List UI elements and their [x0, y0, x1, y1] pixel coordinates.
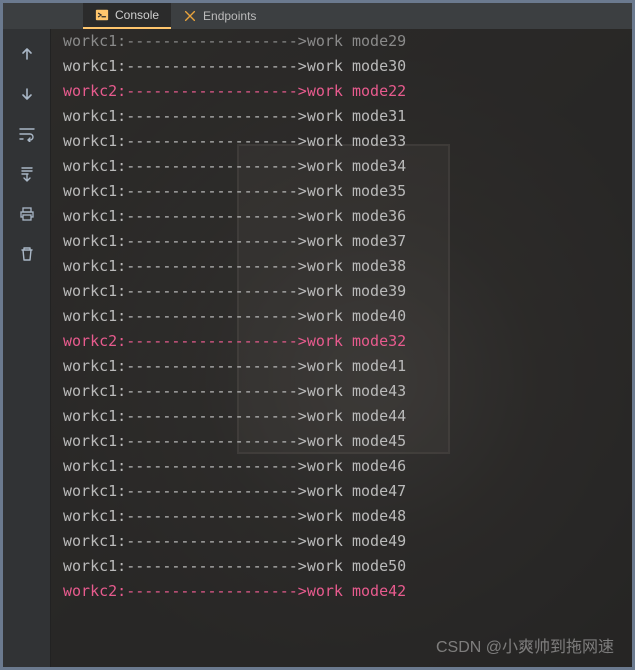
console-lines: workc1:------------------->work mode29wo…	[51, 29, 632, 604]
console-main: workc1:------------------->work mode29wo…	[3, 29, 632, 667]
print-icon	[19, 206, 35, 222]
console-line: workc1:------------------->work mode38	[63, 254, 632, 279]
arrow-up-icon	[19, 46, 35, 62]
soft-wrap-button[interactable]	[16, 123, 38, 145]
console-line: workc1:------------------->work mode50	[63, 554, 632, 579]
console-line: workc1:------------------->work mode47	[63, 479, 632, 504]
console-icon	[95, 8, 109, 22]
previous-button[interactable]	[16, 43, 38, 65]
console-line: workc1:------------------->work mode43	[63, 379, 632, 404]
console-line: workc1:------------------->work mode37	[63, 229, 632, 254]
console-line: workc1:------------------->work mode45	[63, 429, 632, 454]
console-line: workc2:------------------->work mode42	[63, 579, 632, 604]
console-line: workc1:------------------->work mode35	[63, 179, 632, 204]
tab-console-label: Console	[115, 8, 159, 22]
scroll-to-end-button[interactable]	[16, 163, 38, 185]
tool-window-tabs: Console Endpoints	[3, 3, 632, 29]
tab-endpoints[interactable]: Endpoints	[171, 3, 268, 29]
console-line: workc1:------------------->work mode40	[63, 304, 632, 329]
ide-panel: Console Endpoints	[0, 0, 635, 670]
console-line: workc1:------------------->work mode41	[63, 354, 632, 379]
endpoints-icon	[183, 9, 197, 23]
tab-endpoints-label: Endpoints	[203, 9, 256, 23]
clear-all-icon	[19, 246, 35, 262]
clear-all-button[interactable]	[16, 243, 38, 265]
console-line: workc1:------------------->work mode49	[63, 529, 632, 554]
console-line: workc1:------------------->work mode29	[63, 29, 632, 54]
next-button[interactable]	[16, 83, 38, 105]
console-line: workc1:------------------->work mode44	[63, 404, 632, 429]
soft-wrap-icon	[18, 126, 36, 142]
console-line: workc2:------------------->work mode22	[63, 79, 632, 104]
tab-console[interactable]: Console	[83, 3, 171, 29]
console-line: workc1:------------------->work mode46	[63, 454, 632, 479]
print-button[interactable]	[16, 203, 38, 225]
console-line: workc1:------------------->work mode36	[63, 204, 632, 229]
console-output[interactable]: workc1:------------------->work mode29wo…	[51, 29, 632, 667]
console-line: workc1:------------------->work mode31	[63, 104, 632, 129]
console-line: workc1:------------------->work mode33	[63, 129, 632, 154]
arrow-down-icon	[19, 86, 35, 102]
console-line: workc1:------------------->work mode34	[63, 154, 632, 179]
console-line: workc2:------------------->work mode32	[63, 329, 632, 354]
console-line: workc1:------------------->work mode39	[63, 279, 632, 304]
console-line: workc1:------------------->work mode30	[63, 54, 632, 79]
scroll-to-end-icon	[19, 166, 35, 182]
console-gutter	[3, 29, 51, 667]
console-line: workc1:------------------->work mode48	[63, 504, 632, 529]
